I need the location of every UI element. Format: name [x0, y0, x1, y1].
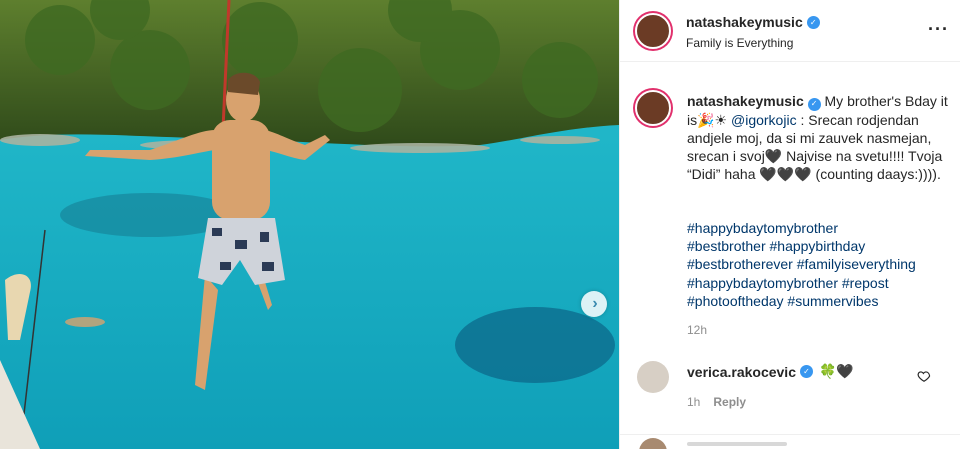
- next-commenter-avatar[interactable]: [639, 438, 667, 449]
- post-details-panel: natashakeymusic ✓ Family is Everything ·…: [619, 0, 960, 449]
- commenter-username[interactable]: verica.rakocevic: [687, 364, 796, 380]
- more-options-icon[interactable]: ···: [928, 20, 949, 38]
- comment-divider: [620, 434, 960, 435]
- comment-timestamp[interactable]: 1h: [687, 395, 700, 409]
- commenter-avatar[interactable]: [637, 361, 669, 393]
- comment-body: verica.rakocevic ✓ 🍀🖤: [687, 363, 854, 380]
- author-username[interactable]: natashakeymusic ✓: [686, 14, 820, 30]
- author-username-text[interactable]: natashakeymusic: [686, 14, 803, 30]
- hashtag[interactable]: #happybdaytomybrother: [687, 275, 838, 291]
- caption-mention[interactable]: @igorkojic: [731, 112, 797, 128]
- post-header: natashakeymusic ✓ Family is Everything ·…: [620, 0, 960, 62]
- caption-text-4: (counting daays:)))).: [811, 166, 941, 183]
- caption-emoji-1: 🎉☀: [697, 111, 728, 128]
- next-comment-preview: [687, 442, 787, 446]
- caption-heart-1: 🖤: [764, 148, 783, 164]
- reply-button[interactable]: Reply: [713, 395, 746, 409]
- post-photo: ›: [0, 0, 619, 449]
- next-photo-button[interactable]: ›: [581, 291, 607, 317]
- hashtag[interactable]: #repost: [842, 275, 889, 291]
- caption-timestamp[interactable]: 12h: [687, 323, 707, 337]
- comment-text: 🍀🖤: [818, 363, 854, 379]
- caption-author-avatar[interactable]: [633, 88, 673, 128]
- author-avatar[interactable]: [633, 11, 673, 51]
- hashtag[interactable]: #bestbrotherever: [687, 256, 793, 272]
- comment-meta: 1h Reply: [687, 395, 746, 409]
- photo-scene: [0, 0, 619, 449]
- hashtag[interactable]: #summervibes: [787, 293, 878, 309]
- hashtag[interactable]: #bestbrother: [687, 238, 766, 254]
- caption-verified-badge-icon: ✓: [807, 97, 821, 111]
- verified-badge-icon: ✓: [806, 15, 820, 29]
- hashtag[interactable]: #happybdaytomybrother: [687, 220, 838, 236]
- caption-username[interactable]: natashakeymusic: [687, 93, 804, 109]
- caption-hashtags: #happybdaytomybrother #bestbrother #happ…: [687, 219, 955, 310]
- hashtag[interactable]: #happybirthday: [770, 238, 866, 254]
- like-comment-heart-icon[interactable]: [917, 369, 931, 383]
- hashtag[interactable]: #familyiseverything: [797, 256, 916, 272]
- caption-hearts-2: 🖤🖤🖤: [759, 166, 812, 183]
- hashtag[interactable]: #photooftheday: [687, 293, 784, 309]
- commenter-verified-badge-icon: ✓: [799, 365, 813, 378]
- chevron-right-icon: ›: [592, 295, 598, 312]
- post-location[interactable]: Family is Everything: [686, 36, 793, 50]
- post-caption: natashakeymusic ✓ My brother's Bday it i…: [687, 92, 949, 183]
